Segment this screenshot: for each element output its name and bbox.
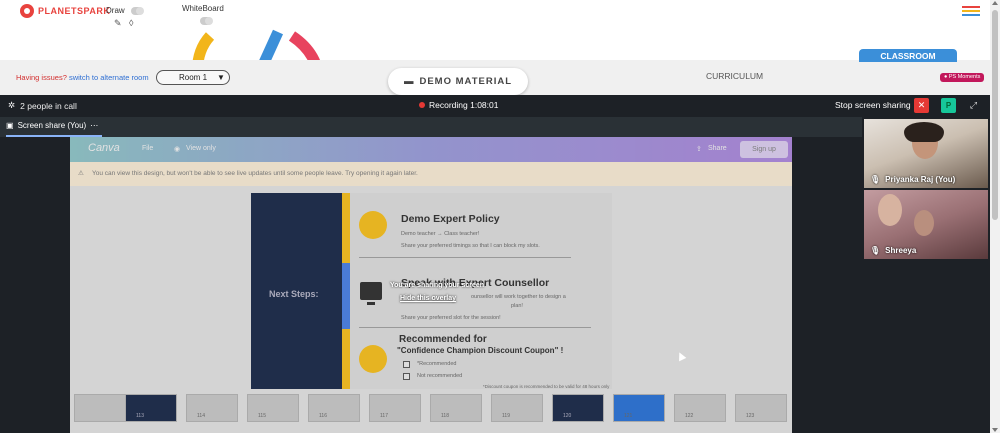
participant-name: 🎙 Shreeya [870, 246, 917, 255]
policy-icon [359, 211, 387, 239]
curriculum-tab[interactable]: CURRICULUM [706, 71, 763, 81]
scroll-down-icon[interactable] [992, 428, 998, 432]
slide-divider [359, 327, 591, 328]
slide-thumbnail: 123 [735, 394, 787, 422]
slide-thumbnail: 121 [613, 394, 665, 422]
canva-toolbar: Canva File ◉ View only ⇪ Share Sign up [70, 137, 792, 162]
participant-face [914, 210, 934, 236]
participant-video[interactable]: 🎙 Shreeya [864, 190, 988, 259]
classroom-tab[interactable]: CLASSROOM [859, 49, 957, 62]
microphone-icon: 🎙 [870, 246, 881, 255]
whiteboard-label: WhiteBoard [182, 4, 224, 13]
mouse-cursor-icon [675, 350, 687, 362]
hide-overlay-link[interactable]: Hide this overlay [400, 295, 470, 302]
participant-name: 🎙 Priyanka Raj (You) [870, 175, 956, 184]
app-header: PLANETSPARK Draw ✎ ◊ WhiteBoard Having i… [0, 0, 1000, 98]
slide-thumbnail: 118 [430, 394, 482, 422]
monitor-icon [360, 282, 382, 305]
eraser-icon[interactable]: ◊ [129, 18, 133, 28]
scroll-up-icon[interactable] [992, 1, 998, 5]
slide-thumbnail: 116 [308, 394, 360, 422]
planetspark-logo: PLANETSPARK [20, 4, 110, 18]
whiteboard-toggle[interactable] [200, 17, 213, 25]
draw-label: Draw [106, 6, 125, 15]
slide-thumbnail: 120 [552, 394, 604, 422]
participant-video[interactable]: 🎙 Priyanka Raj (You) [864, 119, 988, 188]
screen-share-icon: ▣ [6, 121, 14, 130]
slide-thumbnail: 119 [491, 394, 543, 422]
slide-stripe [342, 193, 350, 389]
microphone-icon: 🎙 [870, 175, 881, 184]
scrollbar-thumb[interactable] [992, 10, 998, 220]
slide-thumbnail: 113 [125, 394, 177, 422]
slide-thumbnail: 114 [186, 394, 238, 422]
shared-screen: Canva File ◉ View only ⇪ Share Sign up ⚠… [70, 137, 792, 433]
alternate-room-link[interactable]: switch to alternate room [69, 73, 149, 82]
record-dot-icon [419, 102, 425, 108]
stop-sharing-label: Stop screen sharing [835, 100, 911, 110]
ps-moments-button[interactable]: ● PS Moments [940, 73, 985, 82]
eye-icon: ◉ [174, 146, 181, 153]
checkbox-not-recommended [403, 373, 410, 380]
draw-toggle[interactable] [131, 7, 144, 15]
screen-share-tab[interactable]: ▣ Screen share (You) ⋯ [6, 121, 98, 130]
recording-status: Recording 1:08:01 [419, 100, 498, 110]
warning-icon: ⚠ [78, 170, 84, 177]
participant-face [878, 194, 902, 226]
demo-material-button[interactable]: ▬ DEMO MATERIAL [388, 68, 528, 95]
fullscreen-icon[interactable]: ⤢ [966, 98, 981, 113]
slide-thumbnail: 115 [247, 394, 299, 422]
participant-avatar[interactable]: P [941, 98, 956, 113]
canva-logo: Canva [88, 142, 120, 154]
slide-divider [359, 257, 571, 258]
gear-icon: ✲ [8, 100, 16, 110]
sharing-overlay-title: You are sharing your screen [390, 282, 485, 289]
presentation-slide: Next Steps: Demo Expert Policy Demo teac… [251, 193, 612, 389]
more-options-icon[interactable]: ⋯ [90, 121, 98, 130]
planetspark-logo-icon [20, 4, 34, 18]
stop-sharing-button[interactable]: ✕ [914, 98, 929, 113]
canva-share: Share [708, 145, 727, 152]
upload-icon: ⇪ [696, 146, 702, 153]
canva-notice: ⚠ You can view this design, but won't be… [70, 162, 792, 186]
issue-notice: Having issues? switch to alternate room [16, 73, 149, 82]
folder-icon: ▬ [403, 76, 415, 87]
share-tab-bar: ▣ Screen share (You) ⋯ [0, 117, 862, 137]
slide-thumbnail [74, 394, 126, 422]
slide-thumbnail-strip: 113 114 115 116 117 118 119 120 121 122 … [70, 394, 792, 426]
meeting-panel: ✲ 2 people in call Recording 1:08:01 Sto… [0, 95, 990, 433]
room-select[interactable]: Room 1 ▼ [156, 70, 230, 85]
room-select-value: Room 1 [179, 73, 208, 82]
participant-sidebar: 🎙 Priyanka Raj (You) 🎙 Shreeya [862, 117, 990, 433]
call-bar: ✲ 2 people in call Recording 1:08:01 Sto… [0, 95, 990, 117]
slide-left-panel: Next Steps: [251, 193, 342, 389]
coupon-icon [359, 345, 387, 373]
participant-hair [904, 122, 944, 142]
checkbox-recommended [403, 361, 410, 368]
hamburger-menu-icon[interactable] [962, 6, 980, 18]
canva-signup: Sign up [740, 141, 788, 158]
pencil-icon[interactable]: ✎ [114, 18, 122, 29]
slide-thumbnail: 122 [674, 394, 726, 422]
people-in-call[interactable]: ✲ 2 people in call [8, 100, 77, 111]
triangle-down-icon: ▼ [217, 73, 225, 82]
slide-thumbnail: 117 [369, 394, 421, 422]
page-scrollbar[interactable] [990, 0, 1000, 433]
canva-view-only: View only [186, 145, 216, 152]
canva-file-menu: File [142, 145, 154, 152]
